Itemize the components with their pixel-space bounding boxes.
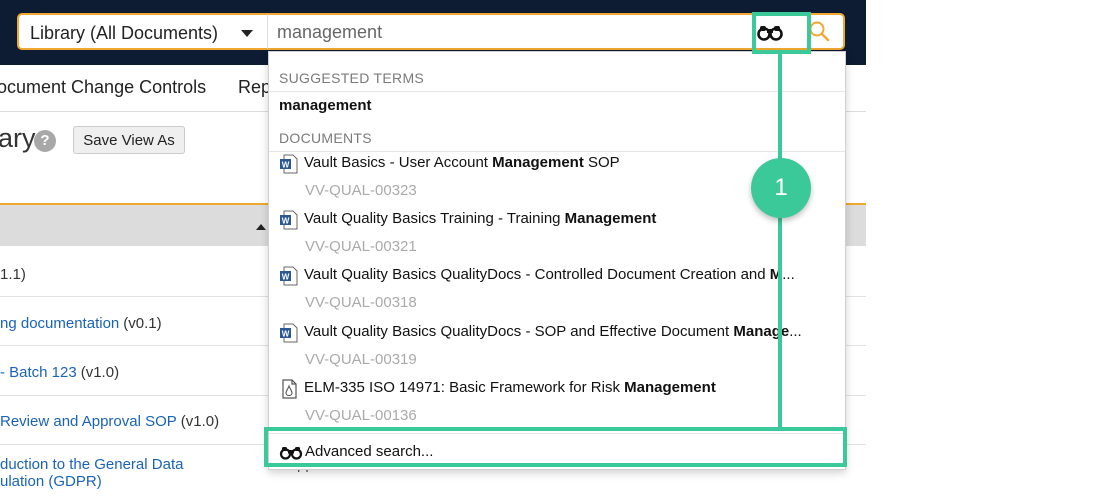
word-doc-icon: W — [279, 323, 299, 343]
advanced-search-link[interactable]: Advanced search... — [269, 433, 845, 469]
document-name[interactable]: Review and Approval SOP — [0, 413, 177, 430]
sort-ascending-icon[interactable] — [256, 224, 266, 230]
document-name-line-1[interactable]: duction to the General Data — [0, 456, 183, 473]
documents-header: DOCUMENTS — [269, 118, 845, 152]
document-title: Vault Quality Basics Training - Training… — [304, 210, 657, 227]
nav-item-reports[interactable]: Rep — [238, 77, 271, 98]
svg-text:W: W — [282, 217, 290, 226]
app-window: Library (All Documents) management ocume… — [0, 0, 866, 504]
save-view-as-button[interactable]: Save View As — [73, 126, 185, 154]
document-number: VV-QUAL-00321 — [305, 238, 417, 255]
document-suggestion[interactable]: W Vault Quality Basics QualityDocs - SOP… — [269, 322, 845, 378]
search-input[interactable] — [277, 17, 737, 47]
svg-text:W: W — [282, 161, 290, 170]
document-suggestion[interactable]: ELM-335 ISO 14971: Basic Framework for R… — [269, 378, 845, 434]
nav-item-document-change-controls[interactable]: ocument Change Controls — [0, 77, 206, 98]
document-title: ELM-335 ISO 14971: Basic Framework for R… — [304, 379, 716, 396]
document-name-line-2[interactable]: ulation (GDPR) — [0, 473, 102, 490]
document-name[interactable]: ng documentation — [0, 315, 119, 332]
search-scope-dropdown[interactable]: Library (All Documents) — [17, 13, 267, 50]
document-number: VV-QUAL-00136 — [305, 407, 417, 424]
document-number: VV-QUAL-00323 — [305, 182, 417, 199]
document-title: Vault Basics - User Account Management S… — [304, 154, 620, 171]
suggested-term[interactable]: management — [279, 97, 372, 114]
document-suggestion[interactable]: W Vault Quality Basics QualityDocs - Con… — [269, 265, 845, 321]
document-link[interactable]: Review and Approval SOP (v1.0) — [0, 413, 219, 430]
svg-text:W: W — [282, 330, 290, 339]
document-version: (v1.0) — [180, 413, 220, 430]
document-link[interactable]: - Batch 123 (v1.0) — [0, 364, 119, 381]
pdf-file-icon — [279, 379, 299, 399]
document-link[interactable]: ng documentation (v0.1) — [0, 315, 162, 332]
document-title: Vault Quality Basics QualityDocs - Contr… — [304, 266, 795, 283]
page-title: ary — [0, 123, 36, 153]
caret-down-icon — [241, 30, 253, 37]
document-number: VV-QUAL-00319 — [305, 351, 417, 368]
word-doc-icon: W — [279, 210, 299, 230]
binoculars-icon[interactable] — [756, 18, 784, 46]
document-version: (v0.1) — [123, 315, 162, 332]
search-icon[interactable] — [808, 20, 830, 42]
document-version: (v1.0) — [80, 364, 120, 381]
document-number: VV-QUAL-00318 — [305, 294, 417, 311]
suggested-terms-header: SUGGESTED TERMS — [269, 58, 845, 92]
svg-text:W: W — [282, 273, 290, 282]
document-title: Vault Quality Basics QualityDocs - SOP a… — [304, 323, 802, 340]
search-scope-label: Library (All Documents) — [30, 23, 219, 43]
help-icon[interactable]: ? — [34, 130, 56, 152]
document-version: 1.1) — [0, 266, 26, 283]
search-box — [267, 13, 845, 50]
word-doc-icon: W — [279, 154, 299, 174]
document-suggestion[interactable]: W Vault Quality Basics Training - Traini… — [269, 209, 845, 265]
word-doc-icon: W — [279, 266, 299, 286]
binoculars-icon — [279, 443, 303, 461]
advanced-search-label: Advanced search... — [305, 443, 434, 460]
search-suggestions-dropdown: SUGGESTED TERMS management DOCUMENTS W V… — [268, 51, 846, 470]
step-callout-badge: 1 — [751, 158, 811, 218]
document-name[interactable]: - Batch 123 — [0, 364, 77, 381]
